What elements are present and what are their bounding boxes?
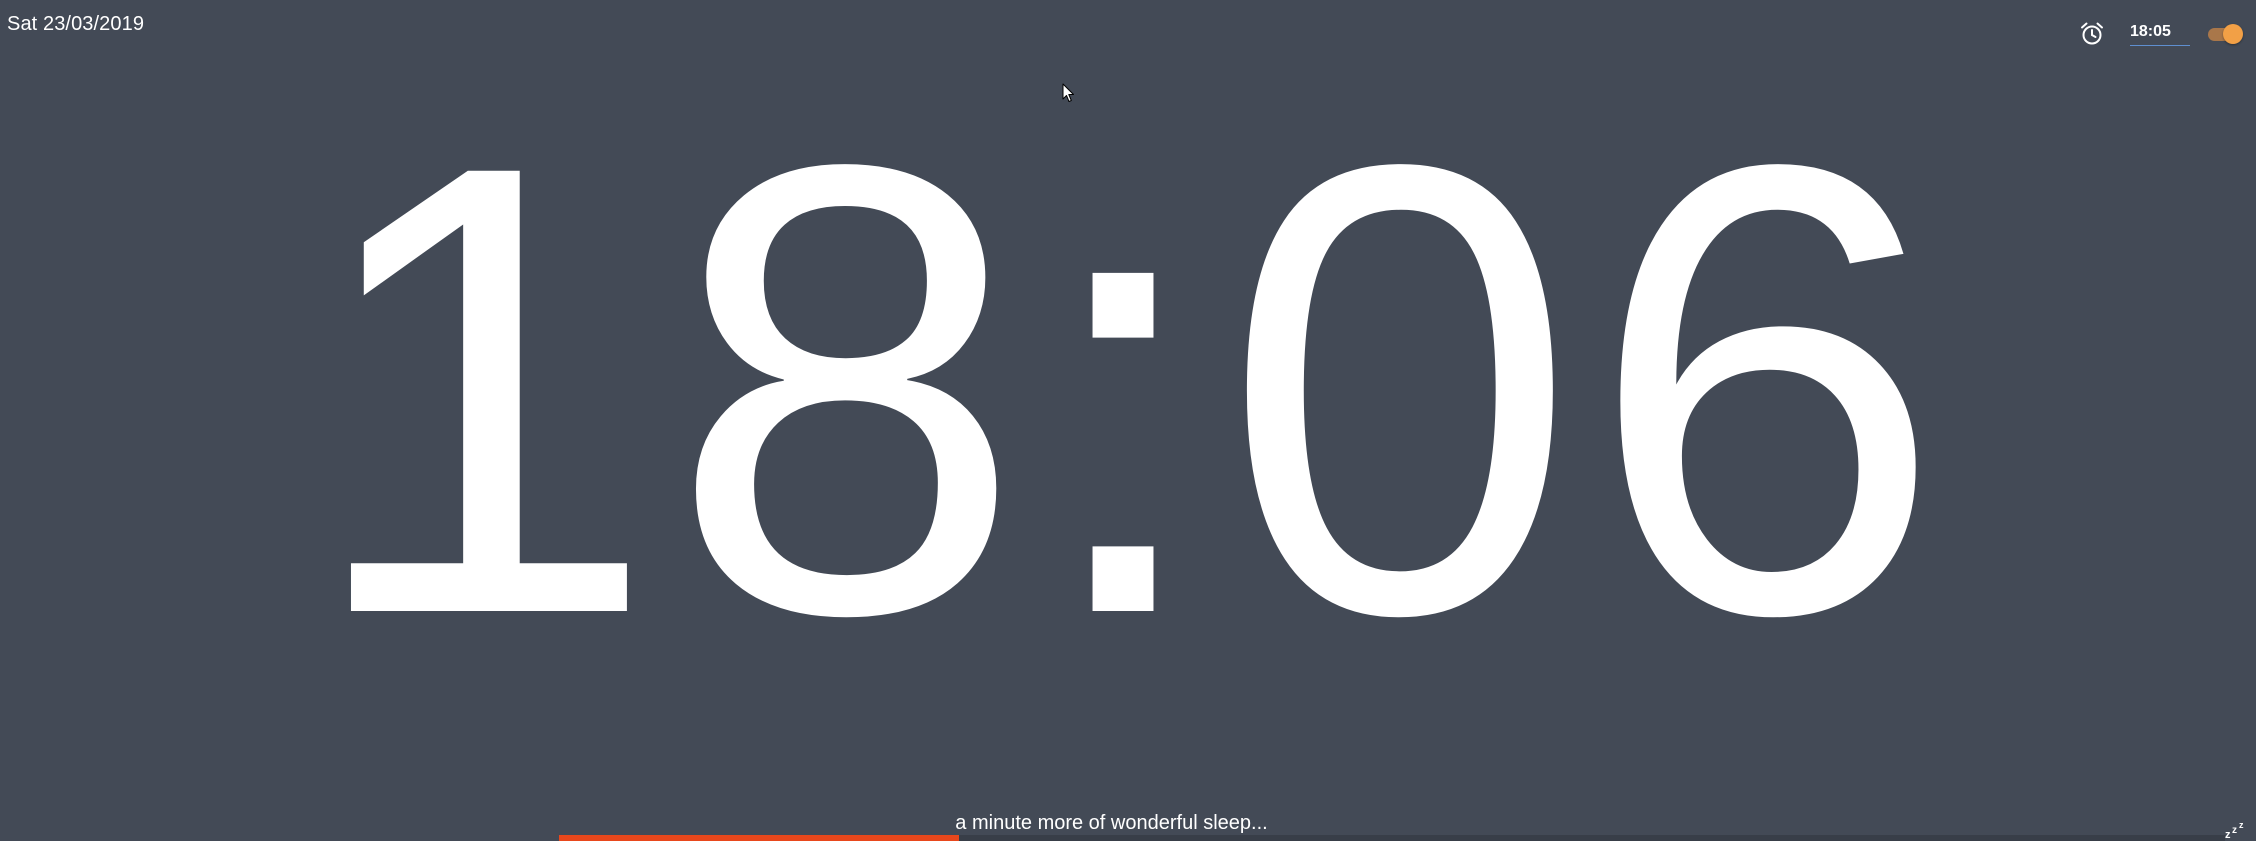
alarm-toggle-knob[interactable] (2223, 24, 2243, 44)
svg-text:z: z (2239, 820, 2244, 830)
snooze-progress-bar[interactable] (559, 835, 2225, 841)
alarm-bar (2076, 18, 2256, 50)
svg-text:z: z (2232, 825, 2237, 836)
alarm-clock-icon[interactable] (2078, 20, 2106, 48)
alarm-time-input[interactable] (2130, 20, 2190, 46)
clock-time: 18:06 (302, 32, 1954, 747)
mouse-cursor-icon (1062, 83, 1074, 102)
snooze-progress-fill (559, 835, 959, 841)
alarm-toggle[interactable] (2206, 23, 2246, 45)
date-label: Sat 23/03/2019 (7, 13, 145, 35)
zzz-icon[interactable]: z z z (2224, 819, 2250, 839)
snooze-message: a minute more of wonderful sleep... (955, 812, 1268, 834)
svg-text:z: z (2225, 829, 2231, 839)
